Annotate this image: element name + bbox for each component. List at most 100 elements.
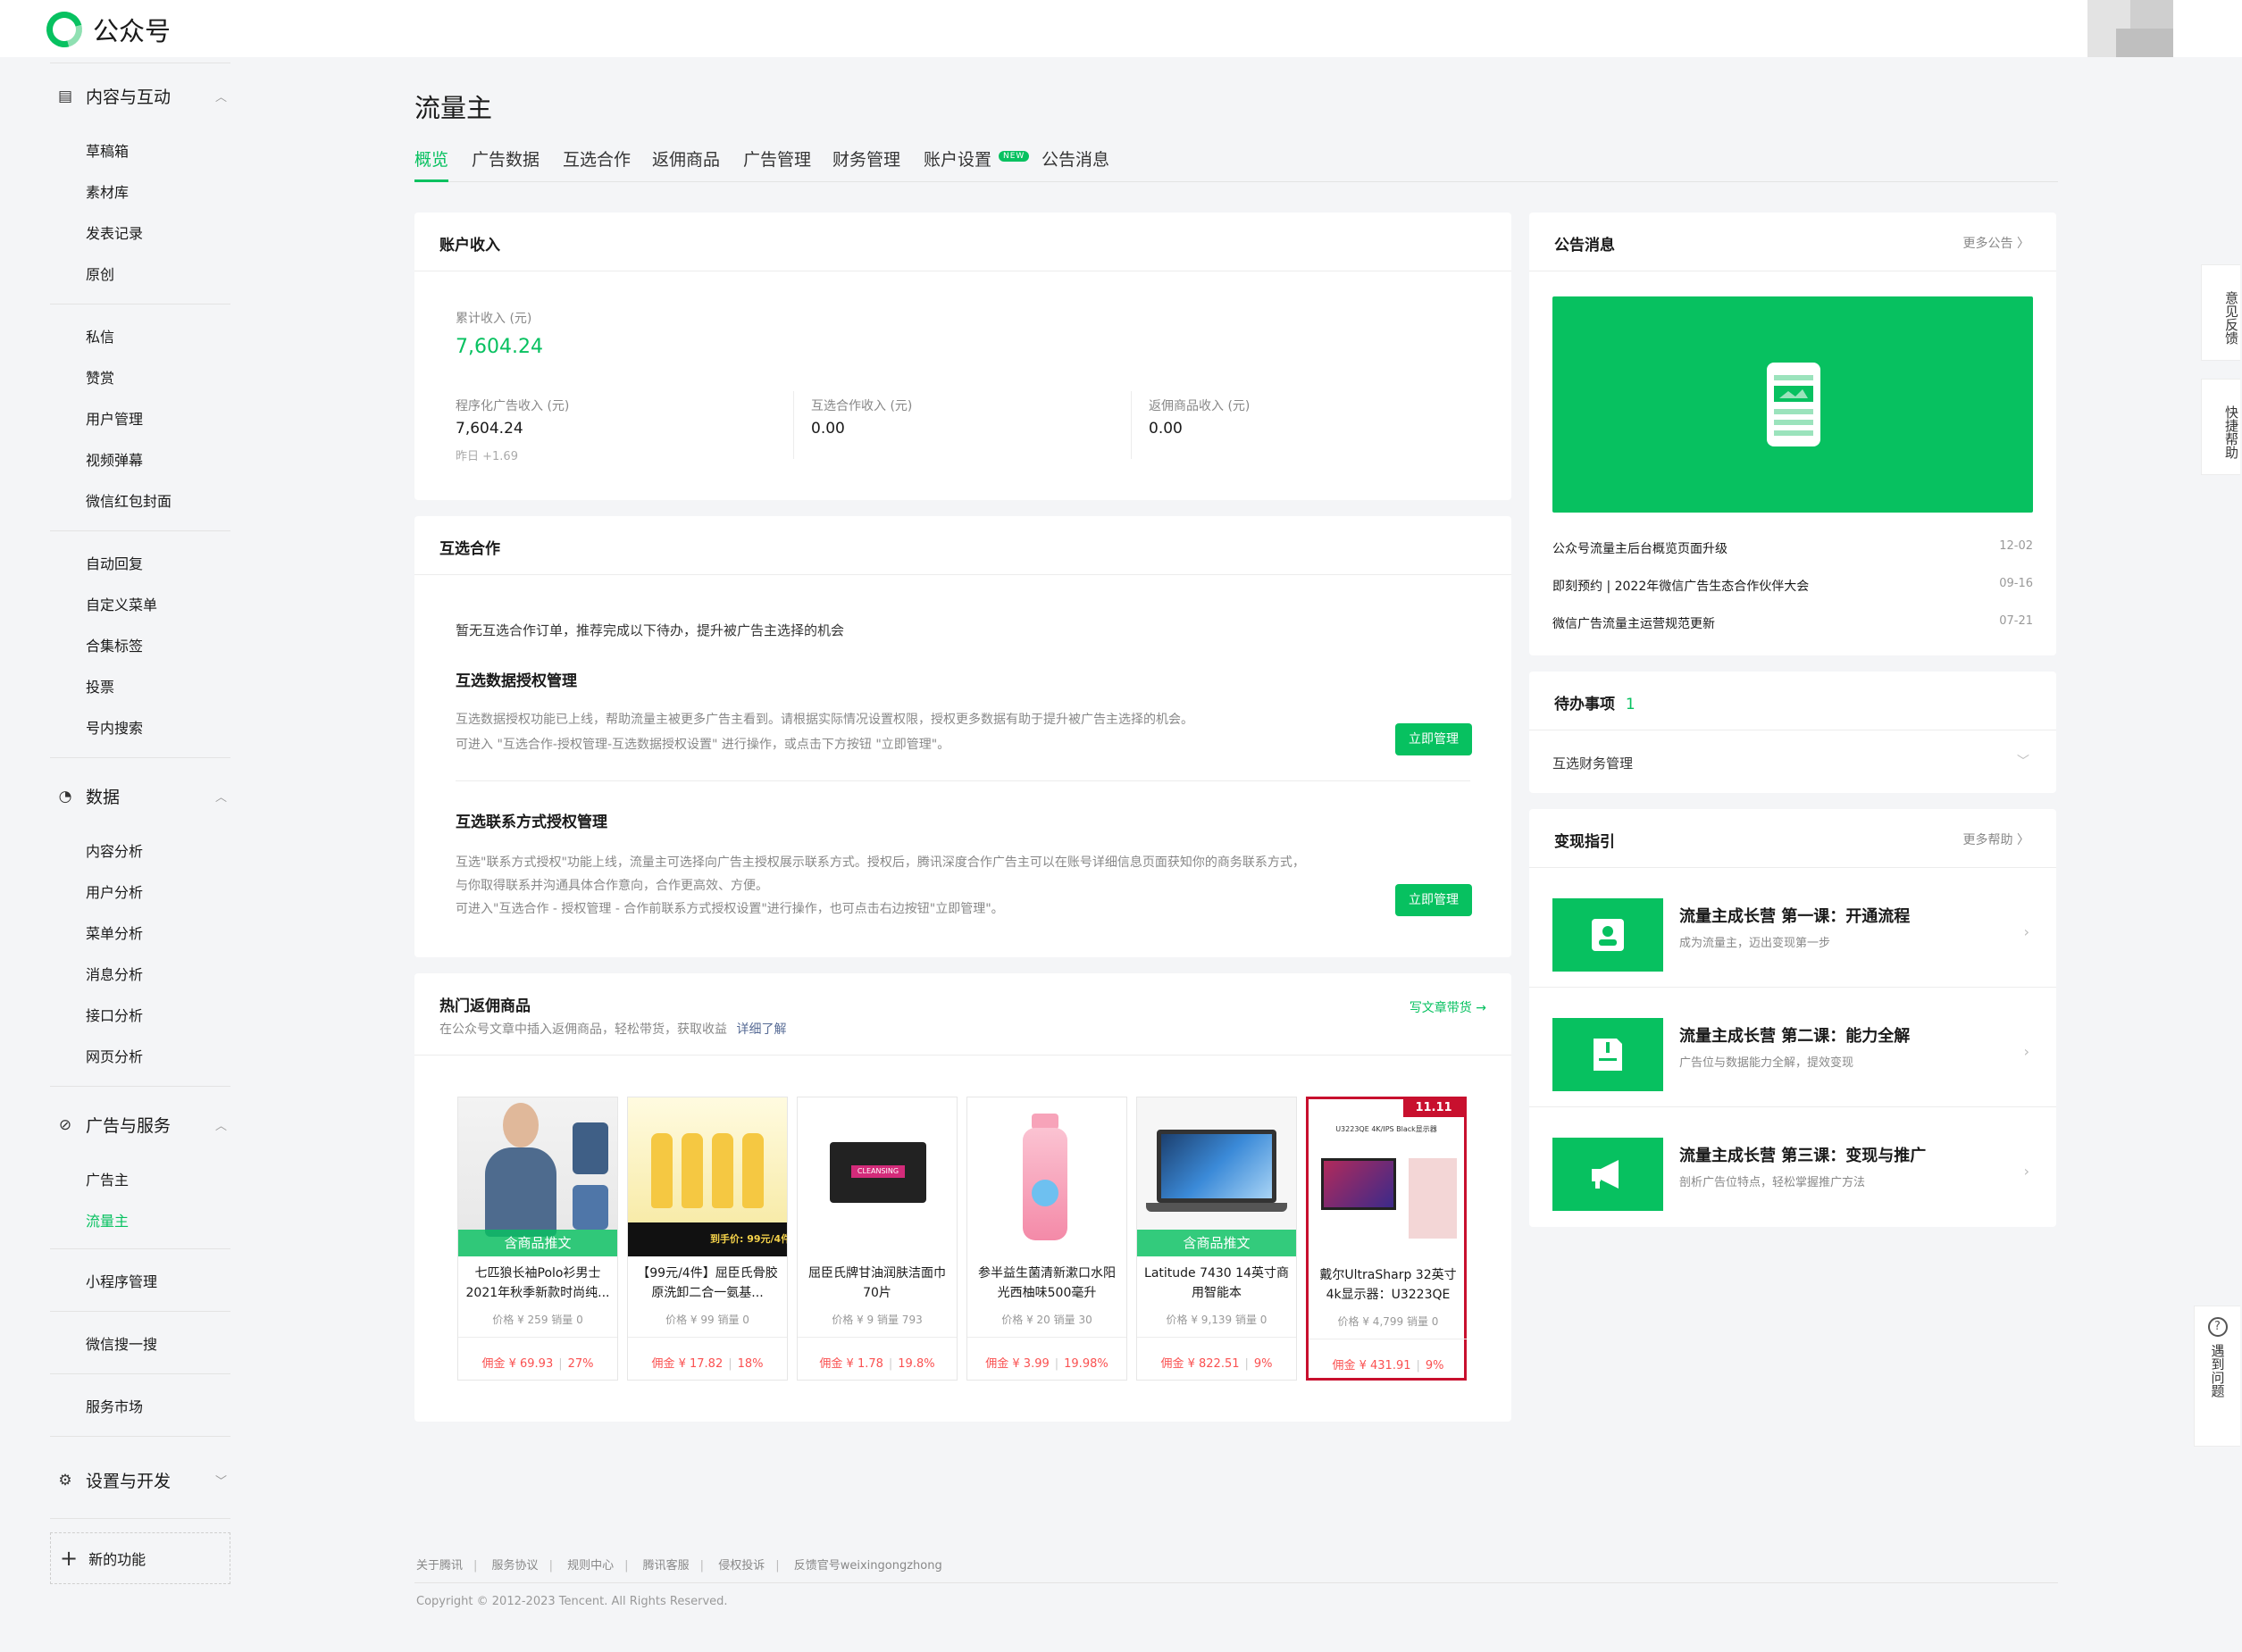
tab-announcements[interactable]: 公告消息 [1042,146,1109,182]
product-meta: 价格 ¥ 259 销量 0 [492,1314,583,1326]
sidebar-item-custom-menu[interactable]: 自定义菜单 [86,593,157,614]
sidebar-item-search[interactable]: 号内搜索 [86,716,143,738]
sidebar-item-publish-history[interactable]: 发表记录 [86,221,143,243]
todo-item[interactable]: 互选财务管理 [1552,754,1633,772]
sidebar-divider [50,1436,230,1437]
quick-help-float-button[interactable]: 快捷帮助 [2201,379,2240,475]
sidebar-divider [50,304,230,305]
todo-count: 1 [1625,696,1635,713]
contact-auth-title: 互选联系方式授权管理 [456,813,607,831]
sidebar-item-vote[interactable]: 投票 [86,675,114,697]
tab-ad-management[interactable]: 广告管理 [743,146,811,182]
sidebar-item-original[interactable]: 原创 [86,263,114,284]
product-card[interactable]: CLEANSING 屈臣氏牌甘油润肤洁面巾70片 价格 ¥ 9 销量 793 佣… [797,1097,958,1381]
notice-item[interactable]: 即刻预约 | 2022年微信广告生态合作伙伴大会 09-16 [1552,577,2033,595]
product-card[interactable]: 到手价: 99元/4件 【99元/4件】屈臣氏骨胶原洗卸二合一氨基... 价格 … [627,1097,788,1381]
write-article-link[interactable]: 写文章带货 → [1410,998,1486,1016]
rebate-income-value: 0.00 [1149,420,1183,438]
sidebar-item-danmaku[interactable]: 视频弹幕 [86,448,143,470]
notice-banner[interactable] [1552,296,2033,513]
footer-link-support[interactable]: 腾讯客服 [643,1559,690,1573]
product-card[interactable]: 11.11 U3223QE 4K/IPS Black显示器 戴尔UltraSha… [1306,1097,1468,1381]
sidebar-item-user-analysis[interactable]: 用户分析 [86,880,143,902]
product-meta: 价格 ¥ 99 销量 0 [665,1314,749,1326]
sidebar-item-service-market[interactable]: 服务市场 [86,1395,143,1416]
sidebar-item-users[interactable]: 用户管理 [86,407,143,429]
sidebar-group-content[interactable]: ▤ 内容与互动 ︿ [57,84,227,108]
ad-income-value: 7,604.24 [456,420,523,438]
sidebar-group-data[interactable]: ◔ 数据 ︿ [57,784,227,808]
notice-item[interactable]: 公众号流量主后台概览页面升级 12-02 [1552,539,2033,557]
detail-link[interactable]: 详细了解 [736,1022,786,1037]
tab-account-settings[interactable]: 账户设置 [924,146,991,182]
sidebar-item-drafts[interactable]: 草稿箱 [86,139,129,161]
product-image-text: CLEANSING [851,1165,905,1178]
compass-icon: ⊘ [58,1115,72,1134]
product-card[interactable]: 含商品推文 Latitude 7430 14英寸商用智能本 价格 ¥ 9,139… [1136,1097,1297,1381]
lesson-item[interactable]: 流量主成长营 第一课：开通流程 成为流量主，迈出变现第一步 › [1529,868,2056,987]
product-card[interactable]: 含商品推文 七匹狼长袖Polo衫男士2021年秋季新款时尚纯... 价格 ¥ 2… [457,1097,618,1381]
income-title: 账户收入 [439,237,500,254]
chevron-up-icon: ︿ [214,91,227,104]
feedback-float-button[interactable]: 意见反馈 [2201,264,2240,361]
product-image: 到手价: 99元/4件 [628,1097,787,1256]
sidebar-item-wechat-search[interactable]: 微信搜一搜 [86,1332,157,1354]
lesson-item[interactable]: 流量主成长营 第二课：能力全解 广告位与数据能力全解，提效变现 › [1529,988,2056,1106]
product-title: Latitude 7430 14英寸商用智能本 [1144,1266,1289,1300]
sidebar-item-message-analysis[interactable]: 消息分析 [86,963,143,984]
footer-link-feedback-account[interactable]: 反馈官号weixingongzhong [794,1559,942,1573]
footer-link-about[interactable]: 关于腾讯 [416,1559,463,1573]
manage-data-auth-button[interactable]: 立即管理 [1395,723,1472,755]
tab-ad-data[interactable]: 广告数据 [472,146,540,182]
problem-float-button[interactable]: ? 遇到问题 [2194,1306,2240,1447]
tab-finance[interactable]: 财务管理 [832,146,900,182]
sidebar-item-messages[interactable]: 私信 [86,325,114,346]
sidebar-item-appreciation[interactable]: 赞赏 [86,366,114,388]
sidebar-group-settings[interactable]: ⚙ 设置与开发 ﹀ [57,1468,227,1492]
product-title: 参半益生菌清新漱口水阳光西柚味500毫升 [978,1266,1116,1300]
sidebar-divider [50,1373,230,1374]
product-meta: 价格 ¥ 9,139 销量 0 [1166,1314,1267,1326]
lesson-thumbnail [1552,1138,1663,1211]
tab-bar: 概览 广告数据 互选合作 返佣商品 广告管理 财务管理 账户设置 NEW 公告消… [414,146,2058,182]
sidebar-item-publisher[interactable]: 流量主 [86,1209,129,1231]
tab-overview[interactable]: 概览 [414,146,449,182]
footer-link-infringement[interactable]: 侵权投诉 [718,1559,765,1573]
sidebar-divider [50,530,230,531]
sidebar-item-advertiser[interactable]: 广告主 [86,1168,129,1189]
manage-contact-auth-button[interactable]: 立即管理 [1395,884,1472,916]
product-image [967,1097,1126,1256]
footer-link-terms[interactable]: 服务协议 [492,1559,539,1573]
chevron-down-icon[interactable]: ﹀ [2017,752,2029,770]
new-feature-button[interactable]: + 新的功能 [50,1532,230,1584]
sidebar-divider [50,1086,230,1087]
sidebar-item-auto-reply[interactable]: 自动回复 [86,552,143,573]
sidebar-item-api-analysis[interactable]: 接口分析 [86,1004,143,1025]
sidebar-item-mini-program[interactable]: 小程序管理 [86,1270,157,1291]
sidebar-item-red-packet[interactable]: 微信红包封面 [86,489,171,511]
sidebar-item-content-analysis[interactable]: 内容分析 [86,839,143,861]
avatar[interactable] [2087,0,2173,57]
sidebar-item-collection-tags[interactable]: 合集标签 [86,634,143,655]
footer-link-rules[interactable]: 规则中心 [567,1559,614,1573]
data-auth-desc-1: 互选数据授权功能已上线，帮助流量主被更多广告主看到。请根据实际情况设置权限，授权… [456,713,1193,727]
mutual-intro: 暂无互选合作订单，推荐完成以下待办，提升被广告主选择的机会 [456,622,845,638]
product-meta: 价格 ¥ 4,799 销量 0 [1337,1315,1439,1328]
tab-mutual-selection[interactable]: 互选合作 [563,146,631,182]
page-title: 流量主 [414,93,493,123]
sidebar-item-web-analysis[interactable]: 网页分析 [86,1045,143,1066]
question-icon: ? [2207,1317,2228,1337]
lesson-item[interactable]: 流量主成长营 第三课：变现与推广 剖析广告位特点，轻松掌握推广方法 › [1529,1107,2056,1226]
sidebar-item-materials[interactable]: 素材库 [86,180,129,202]
mutual-card: 互选合作 暂无互选合作订单，推荐完成以下待办，提升被广告主选择的机会 互选数据授… [414,516,1511,957]
product-price-badge: 到手价: 99元/4件 [710,1233,787,1245]
product-card[interactable]: 参半益生菌清新漱口水阳光西柚味500毫升 价格 ¥ 20 销量 30 佣金 ¥ … [966,1097,1127,1381]
sidebar-item-menu-analysis[interactable]: 菜单分析 [86,922,143,943]
notice-item[interactable]: 微信广告流量主运营规范更新 07-21 [1552,614,2033,632]
sidebar-group-ads[interactable]: ⊘ 广告与服务 ︿ [57,1113,227,1137]
more-notices-link[interactable]: 更多公告 〉 [1963,234,2029,252]
app-logo[interactable]: 公众号 [39,4,171,54]
product-meta: 价格 ¥ 9 销量 793 [832,1314,923,1326]
more-help-link[interactable]: 更多帮助 〉 [1963,830,2029,848]
tab-rebate-products[interactable]: 返佣商品 [652,146,720,182]
